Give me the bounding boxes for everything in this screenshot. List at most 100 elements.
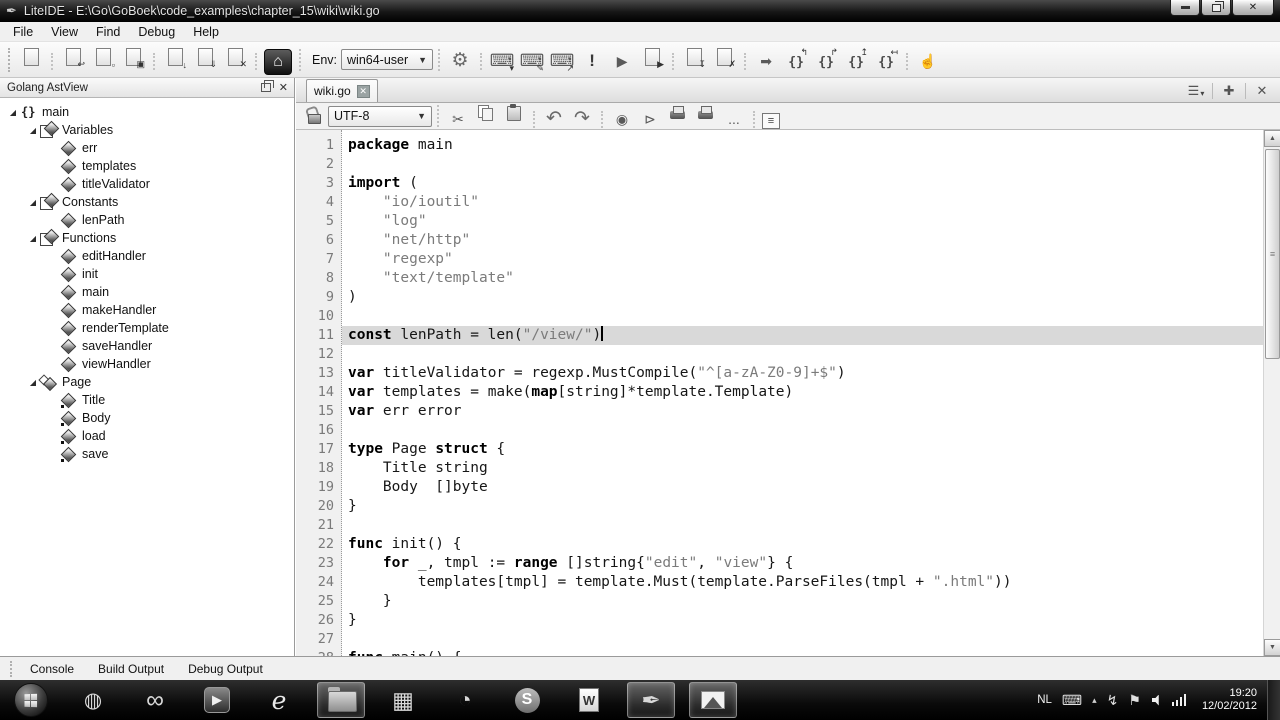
print-preview-button[interactable]: [694, 102, 718, 124]
navigate-forward-button[interactable]: ➡: [753, 48, 779, 74]
fold-current-button[interactable]: ↥: [843, 49, 869, 75]
view-list-button[interactable]: ≡: [762, 113, 780, 129]
keyboard-icon[interactable]: ⌨: [1062, 692, 1082, 709]
code-line-15[interactable]: var err error: [342, 402, 1280, 421]
code-line-18[interactable]: Title string: [342, 459, 1280, 478]
scrollbar-thumb[interactable]: ≡: [1265, 149, 1280, 359]
network-signal-icon[interactable]: [1172, 694, 1188, 706]
delete-doc-button[interactable]: ✗: [711, 44, 737, 70]
scroll-down-button[interactable]: ▼: [1264, 639, 1280, 656]
stop-button[interactable]: !: [579, 48, 605, 74]
output-tab-build-output[interactable]: Build Output: [86, 659, 176, 679]
code-line-25[interactable]: }: [342, 592, 1280, 611]
env-select[interactable]: win64-user ▼: [341, 49, 433, 70]
ast-node-title[interactable]: Title: [0, 391, 294, 409]
code-line-17[interactable]: type Page struct {: [342, 440, 1280, 459]
menu-debug[interactable]: Debug: [129, 23, 184, 41]
clock[interactable]: 19:20 12/02/2012: [1202, 687, 1257, 713]
restore-button[interactable]: [1201, 0, 1231, 16]
run-button[interactable]: ▶: [609, 48, 635, 74]
new-file-button[interactable]: [18, 44, 44, 70]
code-lines[interactable]: package mainimport ( "io/ioutil" "log" "…: [342, 130, 1280, 656]
close-window-button[interactable]: ✕: [1232, 0, 1274, 16]
build-button[interactable]: ▾: [489, 48, 515, 74]
options-button[interactable]: ⚙: [447, 47, 473, 73]
more-button[interactable]: ...: [722, 108, 746, 130]
export-button[interactable]: ⊳: [638, 108, 662, 130]
toolbar-grip[interactable]: [8, 48, 12, 72]
code-line-9[interactable]: ): [342, 288, 1280, 307]
code-line-6[interactable]: "net/http": [342, 231, 1280, 250]
scroll-up-button[interactable]: ▲: [1264, 130, 1280, 147]
expander-icon[interactable]: ◢: [6, 108, 20, 117]
ast-node-viewhandler[interactable]: viewHandler: [0, 355, 294, 373]
menu-find[interactable]: Find: [87, 23, 129, 41]
photo-viewer-icon[interactable]: [689, 682, 737, 718]
tab-list-button[interactable]: ☰▾: [1184, 81, 1208, 100]
menu-view[interactable]: View: [42, 23, 87, 41]
ast-node-constants[interactable]: ◢Constants: [0, 193, 294, 211]
network-globe-icon[interactable]: ◍: [69, 682, 117, 718]
code-line-22[interactable]: func init() {: [342, 535, 1280, 554]
action-center-flag-icon[interactable]: ⚑: [1128, 692, 1141, 709]
ast-node-err[interactable]: err: [0, 139, 294, 157]
code-line-24[interactable]: templates[tmpl] = template.Must(template…: [342, 573, 1280, 592]
print-button[interactable]: [666, 102, 690, 124]
code-line-3[interactable]: import (: [342, 174, 1280, 193]
ast-node-edithandler[interactable]: editHandler: [0, 247, 294, 265]
output-tab-debug-output[interactable]: Debug Output: [176, 659, 275, 679]
firefox-icon[interactable]: ◔: [441, 682, 489, 718]
open-project-button[interactable]: ▣: [120, 44, 146, 70]
fold-all-button[interactable]: ↰: [783, 49, 809, 75]
media-player-icon[interactable]: ▶: [193, 682, 241, 718]
close-panel-button[interactable]: ✕: [279, 81, 288, 94]
code-line-1[interactable]: package main: [342, 136, 1280, 155]
paste-button[interactable]: [502, 102, 526, 124]
editor-scrollbar[interactable]: ▲ ≡ ▼: [1263, 130, 1280, 656]
close-tab-button[interactable]: ✕: [357, 85, 370, 98]
copy-button[interactable]: [474, 102, 498, 124]
code-line-20[interactable]: }: [342, 497, 1280, 516]
code-line-19[interactable]: Body []byte: [342, 478, 1280, 497]
code-line-21[interactable]: [342, 516, 1280, 535]
code-line-5[interactable]: "log": [342, 212, 1280, 231]
ast-node-main[interactable]: main: [0, 283, 294, 301]
menu-file[interactable]: File: [4, 23, 42, 41]
calculator-icon[interactable]: ▦: [379, 682, 427, 718]
code-line-10[interactable]: [342, 307, 1280, 326]
export-doc-button[interactable]: ↧: [681, 44, 707, 70]
liteide-icon[interactable]: ✒: [627, 682, 675, 718]
ast-node-titlevalidator[interactable]: titleValidator: [0, 175, 294, 193]
unfold-all-button[interactable]: ↱: [813, 49, 839, 75]
split-editor-button[interactable]: ✚: [1217, 81, 1241, 100]
code-line-13[interactable]: var titleValidator = regexp.MustCompile(…: [342, 364, 1280, 383]
code-line-26[interactable]: }: [342, 611, 1280, 630]
code-line-8[interactable]: "text/template": [342, 269, 1280, 288]
undo-button[interactable]: ↶: [542, 107, 566, 129]
run-file-button[interactable]: ▶: [639, 44, 665, 70]
code-line-2[interactable]: [342, 155, 1280, 174]
ast-node-body[interactable]: Body: [0, 409, 294, 427]
internet-explorer-icon[interactable]: e: [255, 682, 303, 718]
infinity-app-icon[interactable]: ∞: [131, 682, 179, 718]
ast-node-init[interactable]: init: [0, 265, 294, 283]
close-file-button[interactable]: ✕: [222, 44, 248, 70]
save-file-button[interactable]: ↓: [162, 44, 188, 70]
unfold-current-button[interactable]: ↤: [873, 49, 899, 75]
ast-node-page[interactable]: ◢Page: [0, 373, 294, 391]
ast-node-lenpath[interactable]: lenPath: [0, 211, 294, 229]
file-explorer-icon[interactable]: [317, 682, 365, 718]
ast-node-save[interactable]: save: [0, 445, 294, 463]
show-desktop-button[interactable]: [1267, 680, 1280, 720]
ast-node-templates[interactable]: templates: [0, 157, 294, 175]
hidden-icons-button[interactable]: ▴: [1092, 695, 1097, 706]
pan-hand-button[interactable]: ☝: [915, 48, 941, 74]
code-line-16[interactable]: [342, 421, 1280, 440]
code-line-7[interactable]: "regexp": [342, 250, 1280, 269]
ast-node-load[interactable]: load: [0, 427, 294, 445]
word-icon[interactable]: W: [565, 682, 613, 718]
save-all-button[interactable]: ⇓: [192, 44, 218, 70]
code-line-14[interactable]: var templates = make(map[string]*templat…: [342, 383, 1280, 402]
encoding-select[interactable]: UTF-8 ▼: [328, 106, 432, 127]
ast-node-variables[interactable]: ◢Variables: [0, 121, 294, 139]
